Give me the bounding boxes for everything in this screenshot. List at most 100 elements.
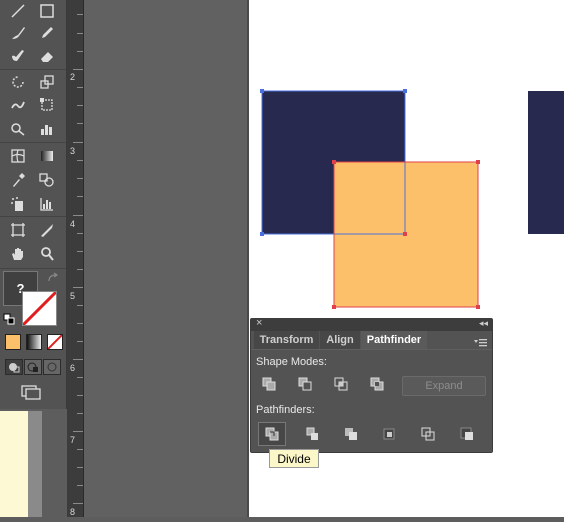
ruler-tick (73, 431, 83, 432)
draw-behind-icon (27, 362, 38, 372)
artboard-tool-icon[interactable] (4, 219, 32, 241)
ruler-tick (77, 87, 83, 88)
tab-pathfinder[interactable]: Pathfinder (361, 331, 427, 349)
divide-button[interactable] (258, 422, 286, 446)
tools-panel: ? (0, 0, 67, 409)
unite-button[interactable] (256, 373, 282, 395)
divide-tooltip: Divide (269, 449, 319, 468)
ruler-tick (73, 69, 83, 70)
color-mode-button[interactable] (5, 334, 21, 350)
rectangle-tool-icon[interactable] (33, 0, 61, 22)
line-tool-icon[interactable] (4, 0, 32, 22)
ruler-tick (77, 233, 83, 234)
panel-menu-icon[interactable] (473, 335, 487, 347)
swap-fill-stroke-icon[interactable] (47, 271, 59, 283)
tab-label: Align (326, 334, 354, 346)
anchor-handle[interactable] (332, 305, 336, 309)
intersect-button[interactable] (328, 373, 354, 395)
unite-icon (262, 377, 276, 391)
gradient-tool-icon[interactable] (33, 145, 61, 167)
ruler-tick (77, 14, 83, 15)
eyedropper-tool-icon[interactable] (4, 169, 32, 191)
anchor-handle[interactable] (332, 160, 336, 164)
zoom-tool-icon[interactable] (33, 243, 61, 265)
anchor-handle[interactable] (260, 232, 264, 236)
ruler-tick (77, 323, 83, 324)
tab-label: Transform (259, 334, 314, 346)
expand-button[interactable]: Expand (402, 376, 486, 396)
slice-tool-icon[interactable] (33, 219, 61, 241)
ruler-tick (77, 196, 83, 197)
shape-modes-label: Shape Modes: (256, 356, 327, 368)
navy-shape-offscreen[interactable] (528, 91, 564, 234)
divide-icon (265, 427, 279, 441)
ruler-tick (77, 269, 83, 270)
hand-tool-icon[interactable] (4, 243, 32, 265)
anchor-handle[interactable] (260, 89, 264, 93)
tools-separator (0, 69, 66, 70)
anchor-handle[interactable] (476, 305, 480, 309)
draw-inside-icon (47, 362, 57, 372)
exclude-button[interactable] (364, 373, 390, 395)
ruler-tick (77, 178, 83, 179)
ruler-tick (77, 33, 83, 34)
trim-button[interactable] (299, 423, 325, 445)
paintbrush-tool-icon[interactable] (4, 22, 32, 44)
ruler-mark: 8 (70, 507, 76, 517)
ruler-tick (77, 123, 83, 124)
anchor-handle[interactable] (403, 232, 407, 236)
shape-builder-tool-icon[interactable] (4, 118, 32, 140)
tab-transform[interactable]: Transform (254, 331, 319, 349)
symbol-sprayer-tool-icon[interactable] (4, 193, 32, 215)
none-icon (48, 335, 62, 349)
ruler-mark: 3 (70, 146, 76, 156)
ruler-mark: 7 (70, 435, 76, 445)
outline-icon (421, 427, 435, 441)
collapse-icon[interactable]: ◂◂ (479, 318, 488, 329)
tools-separator (0, 268, 66, 269)
anchor-handle[interactable] (403, 89, 407, 93)
pencil-tool-icon[interactable] (33, 22, 61, 44)
vertical-ruler: 2 3 4 5 6 7 8 (67, 0, 84, 517)
screen-mode-icon[interactable] (19, 383, 43, 401)
ruler-tick (77, 341, 83, 342)
crop-button[interactable] (376, 423, 402, 445)
merge-icon (345, 428, 357, 440)
scale-tool-icon[interactable] (33, 71, 61, 93)
blend-tool-icon[interactable] (33, 169, 61, 191)
outline-button[interactable] (415, 423, 441, 445)
intersect-icon (334, 377, 348, 391)
minus-front-button[interactable] (292, 373, 318, 395)
stroke-swatch[interactable] (22, 291, 57, 326)
ruler-tick (77, 51, 83, 52)
trim-icon (306, 427, 318, 440)
column-graph-tool-icon[interactable] (33, 193, 61, 215)
ruler-tick (77, 449, 83, 450)
ruler-tick (73, 287, 83, 288)
anchor-handle[interactable] (476, 160, 480, 164)
eraser-tool-icon[interactable] (33, 45, 61, 67)
panel-title-bar[interactable]: × ◂◂ (251, 317, 492, 331)
ruler-tick (73, 503, 83, 504)
draw-inside-button[interactable] (43, 359, 61, 375)
free-transform-tool-icon[interactable] (33, 94, 61, 116)
blob-brush-tool-icon[interactable] (4, 45, 32, 67)
default-fill-stroke-icon[interactable] (3, 312, 15, 325)
tab-align[interactable]: Align (320, 331, 360, 349)
rotate-tool-icon[interactable] (4, 71, 32, 93)
merge-button[interactable] (338, 423, 364, 445)
mesh-tool-icon[interactable] (4, 145, 32, 167)
ruler-tick (77, 377, 83, 378)
crop-icon (383, 428, 395, 440)
draw-behind-button[interactable] (24, 359, 42, 375)
exclude-icon (370, 377, 384, 391)
graph-tool-icon[interactable] (33, 118, 61, 140)
minus-front-icon (298, 377, 312, 391)
gradient-mode-button[interactable] (26, 334, 42, 350)
minus-back-button[interactable] (454, 423, 480, 445)
tab-label: Pathfinder (366, 334, 422, 346)
close-icon[interactable]: × (256, 317, 262, 329)
draw-normal-button[interactable] (5, 359, 23, 375)
warp-tool-icon[interactable] (4, 94, 32, 116)
none-mode-button[interactable] (47, 334, 63, 350)
